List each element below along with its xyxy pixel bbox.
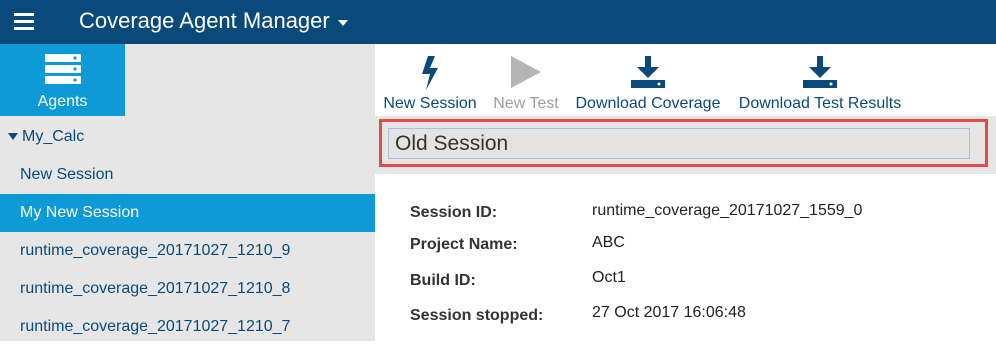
expand-triangle-icon	[8, 133, 18, 141]
sidebar: My_Calc New Session My New Session runti…	[0, 116, 375, 341]
app-title: Coverage Agent Manager	[79, 8, 330, 33]
sidebar-item-my-new-session[interactable]: My New Session	[0, 194, 375, 232]
agents-tab-label: Agents	[37, 93, 88, 110]
toolbar: New Session New Test Download Coverage D…	[375, 44, 996, 116]
play-icon	[511, 56, 541, 88]
sidebar-item-label: runtime_coverage_20171027_1210_9	[20, 242, 291, 259]
sidebar-group-label: My_Calc	[22, 128, 85, 145]
session-title-input[interactable]	[388, 128, 970, 159]
sidebar-header-strip	[125, 44, 375, 116]
download-coverage-button[interactable]: Download Coverage	[574, 44, 722, 116]
sidebar-group-my-calc[interactable]: My_Calc	[0, 118, 375, 156]
sidebar-item-new-session[interactable]: New Session	[0, 156, 375, 194]
session-stopped-value: 27 Oct 2017 16:06:48	[592, 304, 746, 321]
session-details-panel: Session ID: runtime_coverage_20171027_15…	[375, 116, 996, 341]
app-title-dropdown[interactable]: Coverage Agent Manager	[79, 8, 348, 34]
download-test-results-label: Download Test Results	[738, 95, 902, 112]
top-bar: Coverage Agent Manager	[0, 0, 996, 44]
new-session-button[interactable]: New Session	[382, 44, 478, 116]
sidebar-item-label: runtime_coverage_20171027_1210_7	[20, 318, 291, 335]
sidebar-item-runtime-coverage-7[interactable]: runtime_coverage_20171027_1210_7	[0, 308, 375, 346]
build-id-value: Oct1	[592, 269, 626, 286]
sidebar-item-label: My New Session	[20, 204, 140, 221]
download-test-results-button[interactable]: Download Test Results	[736, 44, 904, 116]
sidebar-item-runtime-coverage-8[interactable]: runtime_coverage_20171027_1210_8	[0, 270, 375, 308]
session-id-value: runtime_coverage_20171027_1559_0	[592, 202, 863, 219]
caret-down-icon	[337, 20, 348, 26]
hamburger-menu-icon[interactable]	[14, 13, 34, 31]
new-test-label: New Test	[493, 95, 559, 112]
new-session-label: New Session	[383, 95, 477, 112]
agents-tab[interactable]: Agents	[0, 44, 125, 116]
sidebar-item-label: runtime_coverage_20171027_1210_8	[20, 280, 291, 297]
sidebar-item-runtime-coverage-9[interactable]: runtime_coverage_20171027_1210_9	[0, 232, 375, 270]
download-icon	[803, 56, 837, 88]
project-name-value: ABC	[592, 234, 625, 251]
download-coverage-label: Download Coverage	[575, 95, 721, 112]
download-icon	[631, 56, 665, 88]
session-id-label: Session ID:	[410, 204, 498, 221]
build-id-label: Build ID:	[410, 272, 476, 289]
lightning-bolt-icon	[422, 56, 438, 90]
server-stack-icon	[45, 54, 81, 84]
new-test-button[interactable]: New Test	[491, 44, 561, 116]
sidebar-item-label: New Session	[20, 166, 114, 183]
session-stopped-label: Session stopped:	[410, 307, 544, 324]
project-name-label: Project Name:	[410, 236, 518, 253]
session-title-band	[375, 116, 996, 174]
